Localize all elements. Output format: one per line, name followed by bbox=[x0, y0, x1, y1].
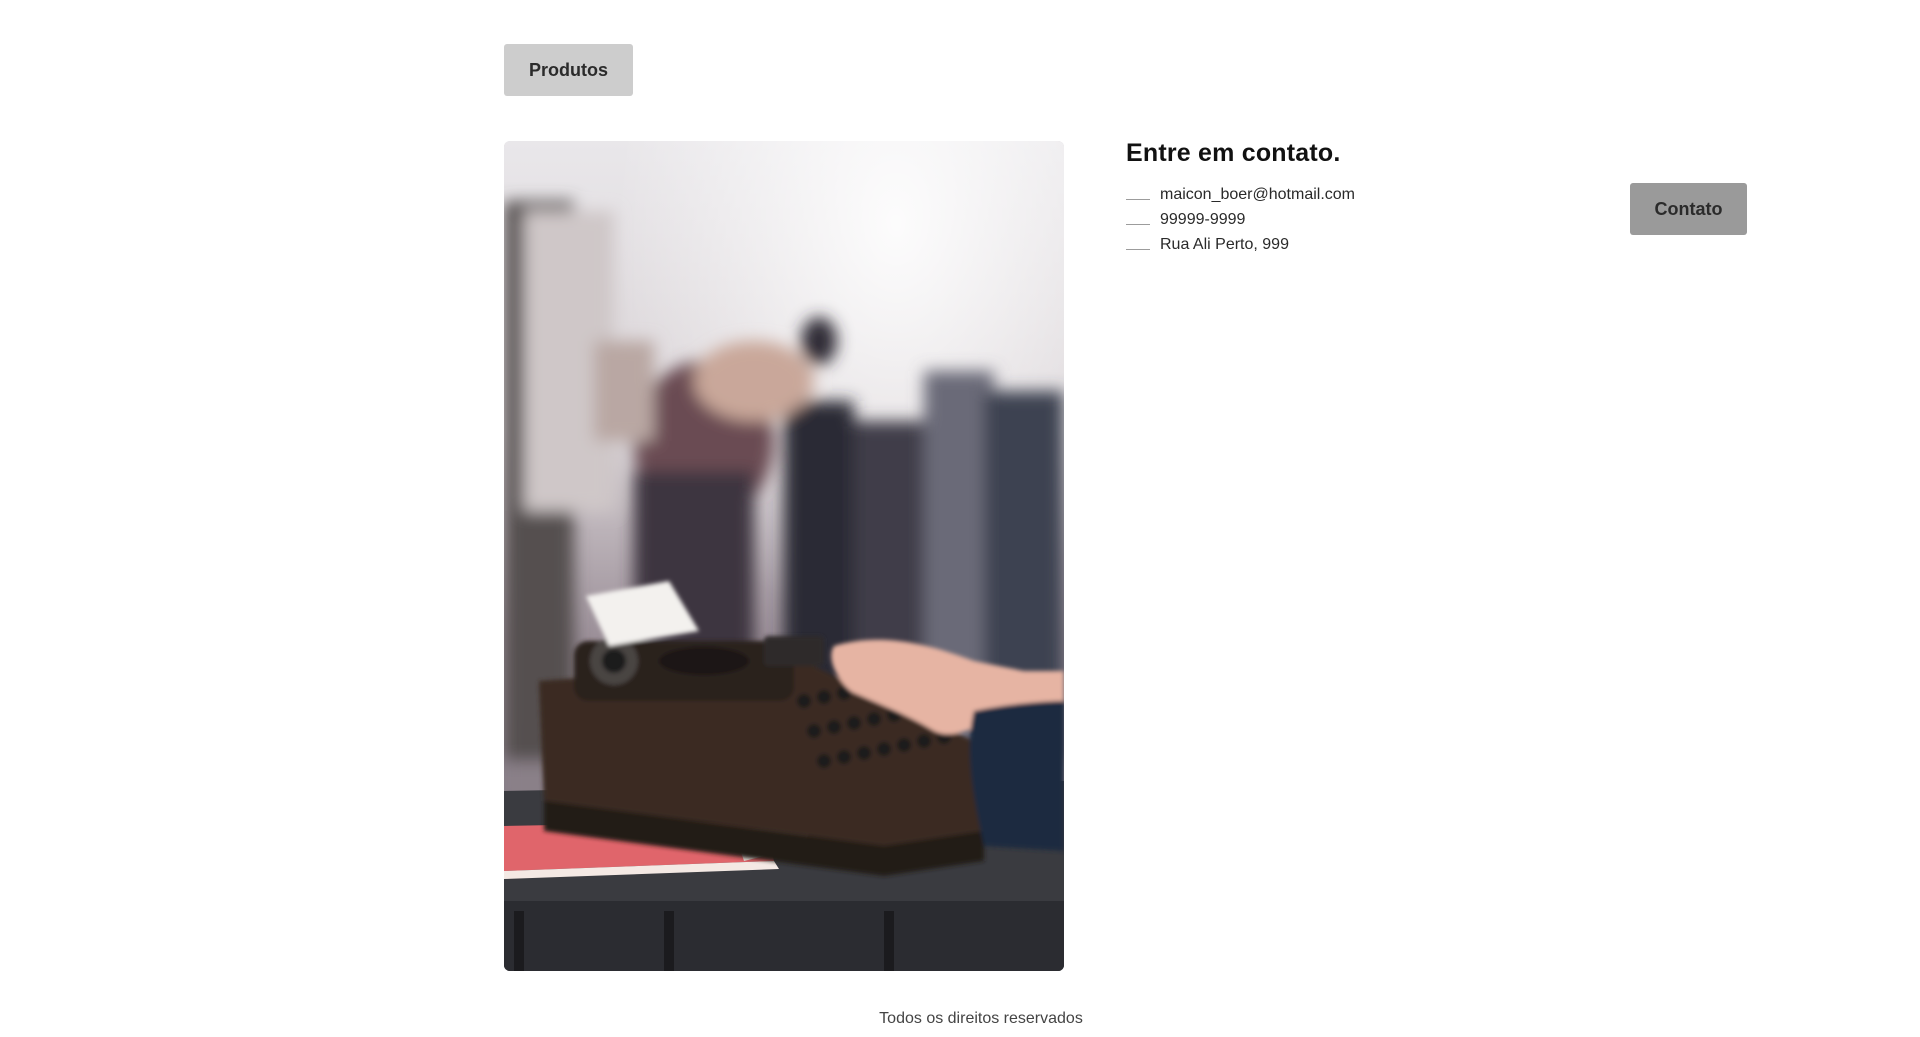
footer-text: Todos os direitos reservados bbox=[879, 1010, 1083, 1027]
line-icon bbox=[1126, 248, 1150, 250]
address-text: Rua Ali Perto, 999 bbox=[1160, 235, 1289, 253]
contact-list: maicon_boer@hotmail.com 99999-9999 Rua A… bbox=[1126, 182, 1355, 257]
email-text: maicon_boer@hotmail.com bbox=[1160, 185, 1355, 203]
top-nav: Produtos Contato bbox=[504, 44, 1747, 235]
footer: Todos os direitos reservados bbox=[0, 1010, 1920, 1028]
contact-email: maicon_boer@hotmail.com bbox=[1126, 182, 1355, 207]
contact-title: Entre em contato. bbox=[1126, 139, 1341, 167]
typewriter-photo bbox=[504, 141, 1064, 971]
products-button[interactable]: Produtos bbox=[504, 44, 633, 96]
phone-text: 99999-9999 bbox=[1160, 210, 1246, 228]
contact-section: Entre em contato. maicon_boer@hotmail.co… bbox=[1126, 139, 1355, 257]
contact-phone: 99999-9999 bbox=[1126, 207, 1355, 232]
contact-button[interactable]: Contato bbox=[1630, 183, 1747, 235]
page: Produtos Contato Entre em contato. maico… bbox=[0, 0, 1920, 1037]
line-icon bbox=[1126, 198, 1150, 200]
contact-address: Rua Ali Perto, 999 bbox=[1126, 232, 1355, 257]
line-icon bbox=[1126, 223, 1150, 225]
